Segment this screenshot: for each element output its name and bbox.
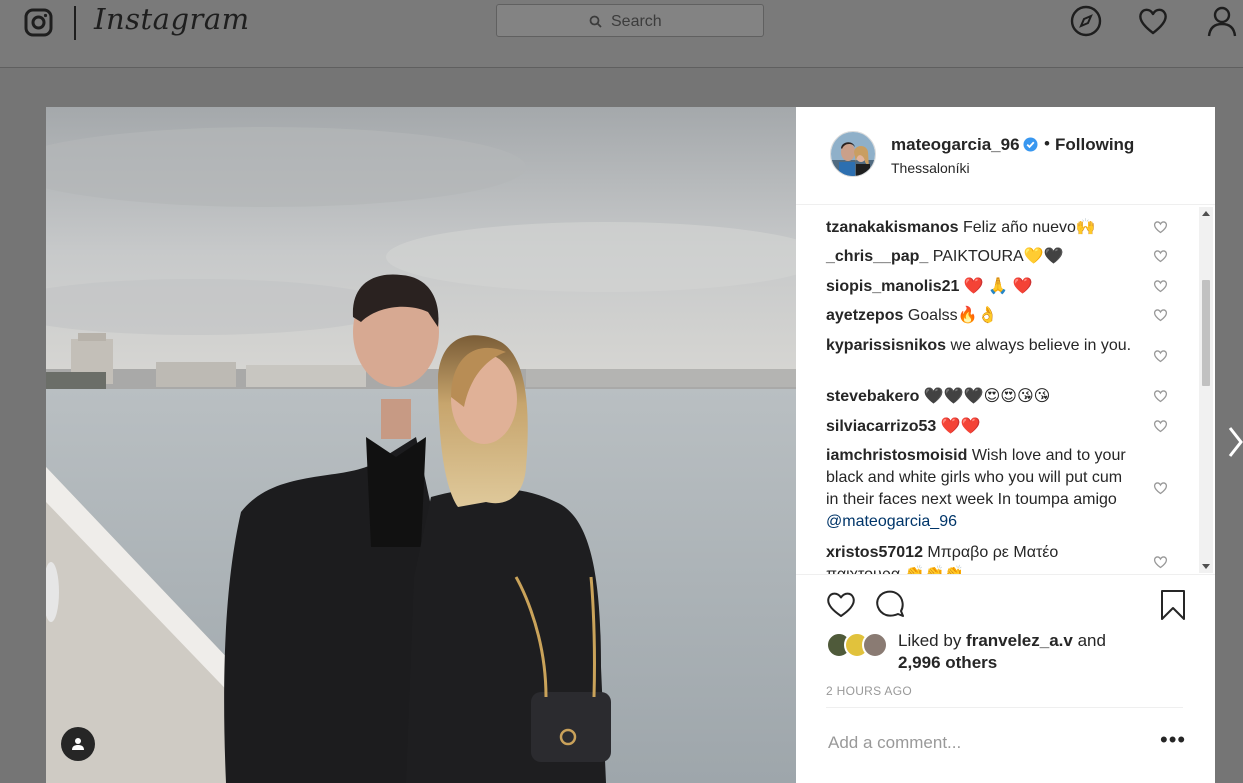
author-avatar-image	[831, 132, 875, 176]
comment-like-heart-icon[interactable]	[1153, 481, 1168, 495]
save-bookmark-icon[interactable]	[1159, 589, 1187, 621]
comment-item: ayetzepos Goalss🔥👌	[826, 305, 1136, 327]
post-timestamp[interactable]: 2 HOURS AGO	[826, 684, 912, 698]
comment-username[interactable]: tzanakakismanos	[826, 219, 959, 236]
add-comment-section: •••	[826, 707, 1186, 783]
scroll-up-arrow-icon[interactable]	[1202, 211, 1210, 216]
tagged-people-button[interactable]	[61, 727, 95, 761]
comment-item: xristos57012 Μπραβο ρε Ματέο παιχτουρα 👏…	[826, 542, 1136, 575]
search-icon	[589, 15, 602, 28]
more-options-button[interactable]: •••	[1160, 729, 1186, 751]
comment-username[interactable]: kyparissisnikos	[826, 337, 946, 354]
comment-item: kyparissisnikos we always believe in you…	[826, 335, 1136, 357]
comment-item: silviacarrizo53 ❤️❤️	[826, 416, 1136, 438]
likes-text: Liked by franvelez_a.v and 2,996 others	[898, 630, 1158, 674]
logo-divider	[74, 6, 76, 40]
comment-like-heart-icon[interactable]	[1153, 555, 1168, 569]
post-modal: mateogarcia_96 • Following Thessaloníki …	[46, 107, 1215, 783]
comment-like-heart-icon[interactable]	[1153, 389, 1168, 403]
header-separator: •	[1044, 134, 1050, 153]
search-box[interactable]	[496, 4, 764, 37]
comment-item: _chris__pap_ PAIKTOURA💛🖤	[826, 246, 1136, 268]
comment-item: tzanakakismanos Feliz año nuevo🙌	[826, 217, 1136, 239]
comment-text: ❤️ 🙏 ❤️	[963, 278, 1033, 295]
comment-like-heart-icon[interactable]	[1153, 308, 1168, 322]
comment-text: 🖤🖤🖤😍😍😘😘	[923, 388, 1051, 405]
comments-list[interactable]: tzanakakismanos Feliz año nuevo🙌 _chris_…	[796, 204, 1215, 575]
comment-like-heart-icon[interactable]	[1153, 279, 1168, 293]
next-post-arrow-icon[interactable]	[1228, 426, 1243, 458]
post-photo-image	[46, 107, 796, 783]
comment-bubble-icon[interactable]	[874, 589, 906, 619]
comment-username[interactable]: silviacarrizo53	[826, 418, 936, 435]
likes-prefix: Liked by	[898, 631, 967, 650]
scroll-down-arrow-icon[interactable]	[1202, 564, 1210, 569]
comment-like-heart-icon[interactable]	[1153, 220, 1168, 234]
post-action-bar	[796, 574, 1215, 625]
profile-icon[interactable]	[1206, 5, 1238, 37]
author-username-link[interactable]: mateogarcia_96	[891, 135, 1020, 155]
comment-mention-link[interactable]: @mateogarcia_96	[826, 513, 957, 530]
comment-text: PAIKTOURA💛🖤	[932, 248, 1064, 265]
scrollbar-thumb[interactable]	[1202, 280, 1210, 386]
post-sidebar: mateogarcia_96 • Following Thessaloníki …	[796, 107, 1215, 783]
comment-username[interactable]: stevebakero	[826, 388, 919, 405]
comment-item: siopis_manolis21 ❤️ 🙏 ❤️	[826, 276, 1136, 298]
explore-compass-icon[interactable]	[1070, 5, 1102, 37]
likes-others-link[interactable]: 2,996 others	[898, 653, 997, 672]
activity-heart-icon[interactable]	[1137, 5, 1169, 37]
comment-like-heart-icon[interactable]	[1153, 349, 1168, 363]
comment-username[interactable]: xristos57012	[826, 544, 923, 561]
comment-item: iamchristosmoisid Wish love and to your …	[826, 445, 1136, 533]
comment-username[interactable]: ayetzepos	[826, 307, 903, 324]
comment-username[interactable]: iamchristosmoisid	[826, 447, 967, 464]
post-photo[interactable]	[46, 107, 796, 783]
post-header: mateogarcia_96 • Following Thessaloníki	[796, 107, 1215, 203]
comment-like-heart-icon[interactable]	[1153, 249, 1168, 263]
comment-username[interactable]: siopis_manolis21	[826, 278, 959, 295]
comment-text: Goalss🔥👌	[907, 307, 998, 324]
add-comment-input[interactable]	[826, 730, 1130, 756]
location-link[interactable]: Thessaloníki	[891, 160, 970, 176]
instagram-wordmark-logo[interactable]: Instagram	[94, 2, 250, 36]
instagram-camera-icon[interactable]	[24, 8, 53, 37]
comment-like-heart-icon[interactable]	[1153, 419, 1168, 433]
top-navigation-bar: Instagram	[0, 0, 1243, 68]
author-avatar[interactable]	[830, 131, 876, 177]
comment-item: stevebakero 🖤🖤🖤😍😍😘😘	[826, 386, 1136, 408]
like-heart-icon[interactable]	[825, 589, 857, 619]
comment-text: ❤️❤️	[940, 418, 981, 435]
liker-avatars[interactable]	[826, 630, 896, 658]
comments-scrollbar[interactable]	[1199, 207, 1213, 573]
following-button[interactable]: Following	[1055, 135, 1134, 155]
comment-username[interactable]: _chris__pap_	[826, 248, 928, 265]
search-input[interactable]	[609, 11, 753, 33]
likes-summary: Liked by franvelez_a.v and 2,996 others	[826, 630, 1186, 674]
user-tag-icon	[72, 738, 84, 750]
likes-and: and	[1072, 631, 1106, 650]
comment-text: we always believe in you.	[950, 337, 1132, 354]
verified-badge-icon	[1023, 137, 1038, 152]
liked-by-username-link[interactable]: franvelez_a.v	[966, 631, 1073, 650]
comment-text: Feliz año nuevo🙌	[962, 219, 1096, 236]
liker-avatar	[862, 632, 888, 658]
